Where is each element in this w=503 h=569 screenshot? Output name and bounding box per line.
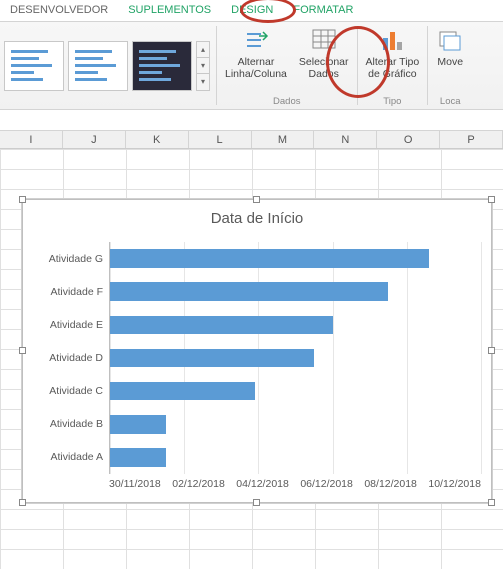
bar[interactable] — [110, 448, 166, 467]
style-thumb[interactable] — [132, 41, 192, 91]
bar[interactable] — [110, 349, 314, 368]
resize-handle[interactable] — [253, 196, 260, 203]
style-thumb[interactable] — [68, 41, 128, 91]
column-header[interactable]: K — [126, 131, 189, 148]
button-label: SelecionarDados — [299, 56, 349, 80]
ribbon-group-dados: AlternarLinha/Coluna SelecionarDados Dad… — [219, 22, 355, 109]
chart-type-icon — [378, 26, 406, 54]
column-headers-row: I J K L M N O P — [0, 131, 503, 149]
column-header[interactable]: I — [0, 131, 63, 148]
change-chart-type-button[interactable]: Alterar Tipode Gráfico — [360, 22, 426, 95]
y-axis-label: Atividade F — [37, 286, 109, 298]
bar[interactable] — [110, 382, 255, 401]
y-axis-label: Atividade A — [37, 451, 109, 463]
x-axis-label: 08/12/2018 — [364, 478, 417, 496]
resize-handle[interactable] — [488, 196, 495, 203]
group-label-tipo: Tipo — [360, 96, 426, 109]
bar[interactable] — [110, 316, 333, 335]
tab-desenvolvedor[interactable]: DESENVOLVEDOR — [0, 0, 118, 21]
button-label: AlternarLinha/Coluna — [225, 56, 287, 80]
y-axis-label: Atividade E — [37, 319, 109, 331]
ribbon-separator — [357, 26, 358, 105]
ribbon-tabs: DESENVOLVEDOR SUPLEMENTOS DESIGN FORMATA… — [0, 0, 503, 22]
x-axis-label: 02/12/2018 — [172, 478, 225, 496]
x-axis-label: 06/12/2018 — [300, 478, 353, 496]
bar[interactable] — [110, 415, 166, 434]
tab-suplementos[interactable]: SUPLEMENTOS — [118, 0, 221, 21]
select-data-icon — [310, 26, 338, 54]
switch-row-column-button[interactable]: AlternarLinha/Coluna — [219, 22, 293, 95]
ribbon-group-tipo: Alterar Tipode Gráfico Tipo — [360, 22, 426, 109]
y-axis-label: Atividade C — [37, 385, 109, 397]
chart-styles-gallery[interactable]: ▴▾▾ — [0, 22, 214, 109]
resize-handle[interactable] — [19, 499, 26, 506]
y-axis-label: Atividade B — [37, 418, 109, 430]
tab-design[interactable]: DESIGN — [221, 0, 283, 21]
bars-area — [109, 242, 481, 474]
resize-handle[interactable] — [253, 499, 260, 506]
y-axis-label: Atividade D — [37, 352, 109, 364]
ribbon-separator — [216, 26, 217, 105]
style-thumb[interactable] — [4, 41, 64, 91]
column-header[interactable]: J — [63, 131, 126, 148]
x-axis-label: 10/12/2018 — [428, 478, 481, 496]
bar[interactable] — [110, 249, 429, 268]
style-gallery-more[interactable]: ▴▾▾ — [196, 41, 210, 91]
column-header[interactable]: M — [252, 131, 315, 148]
move-chart-icon — [436, 26, 464, 54]
move-chart-button[interactable]: Move — [430, 22, 470, 95]
bar[interactable] — [110, 282, 388, 301]
spreadsheet-grid[interactable]: Data de Início Atividade GAtividade FAti… — [0, 149, 503, 569]
resize-handle[interactable] — [488, 499, 495, 506]
chart-title[interactable]: Data de Início — [23, 200, 491, 233]
switch-row-column-icon — [242, 26, 270, 54]
column-header[interactable]: N — [314, 131, 377, 148]
y-axis: Atividade G Atividade F Atividade E Ativida… — [37, 242, 109, 474]
gridline — [407, 242, 408, 474]
embedded-chart[interactable]: Data de Início Atividade GAtividade FAti… — [22, 199, 492, 503]
column-header[interactable]: O — [377, 131, 440, 148]
ribbon-group-local: Move Loca — [430, 22, 470, 109]
button-label: Move — [437, 56, 463, 68]
select-data-button[interactable]: SelecionarDados — [293, 22, 355, 95]
resize-handle[interactable] — [19, 196, 26, 203]
ribbon-separator — [427, 26, 428, 105]
gridline — [481, 242, 482, 474]
group-label-local: Loca — [430, 96, 470, 109]
formula-bar[interactable] — [0, 110, 503, 131]
button-label: Alterar Tipode Gráfico — [366, 56, 420, 80]
resize-handle[interactable] — [488, 347, 495, 354]
x-axis: 30/11/2018 02/12/2018 04/12/2018 06/12/2018… — [109, 478, 481, 496]
ribbon: ▴▾▾ AlternarLinha/Coluna SelecionarDados… — [0, 22, 503, 110]
resize-handle[interactable] — [19, 347, 26, 354]
plot-area: Atividade G Atividade F Atividade E Ativida… — [37, 242, 481, 474]
x-axis-label: 30/11/2018 — [109, 478, 161, 496]
x-axis-label: 04/12/2018 — [236, 478, 289, 496]
group-label-dados: Dados — [219, 96, 355, 109]
column-header[interactable]: P — [440, 131, 503, 148]
gridline — [333, 242, 334, 474]
tab-formatar[interactable]: FORMATAR — [283, 0, 363, 21]
column-header[interactable]: L — [189, 131, 252, 148]
y-axis-label: Atividade G — [37, 253, 109, 265]
